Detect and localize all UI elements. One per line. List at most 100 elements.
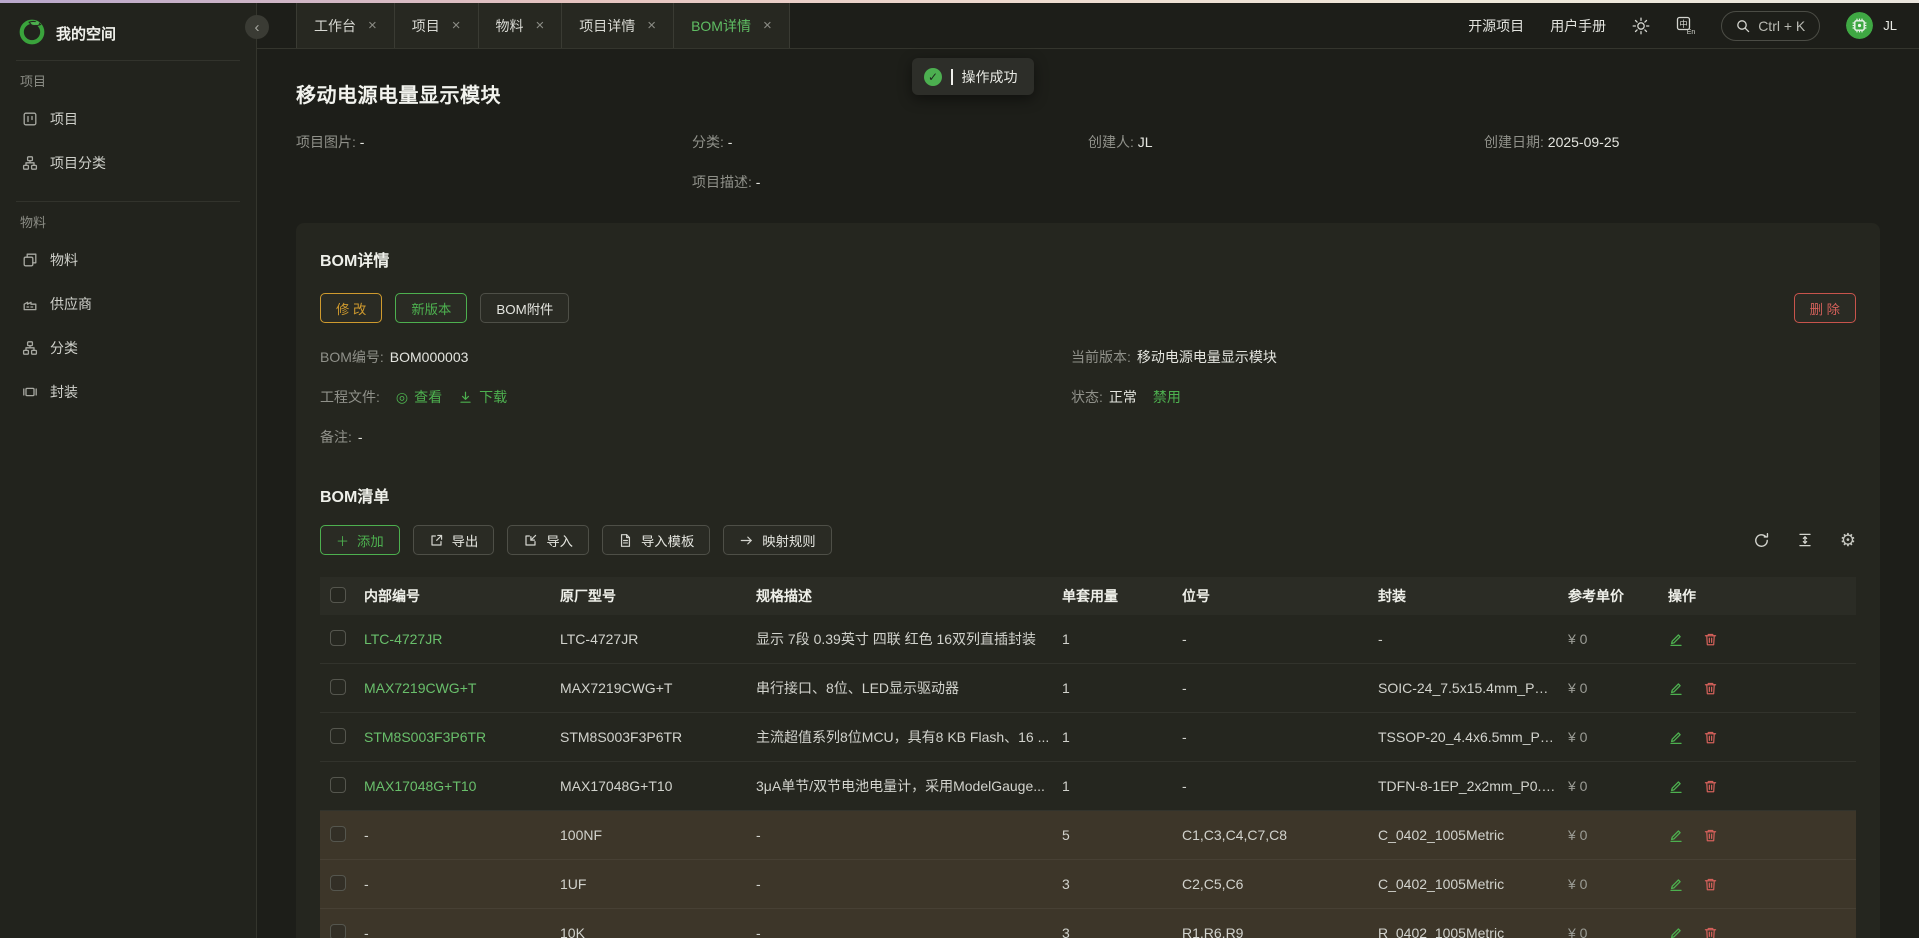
delete-row-button[interactable]: [1703, 730, 1718, 745]
table-row: MAX17048G+T10 MAX17048G+T10 3μA单节/双节电池电量…: [320, 762, 1856, 811]
workspace-switcher[interactable]: 我的空间: [18, 14, 238, 52]
row-checkbox[interactable]: [330, 826, 346, 842]
sidebar-item-label: 物料: [50, 250, 78, 270]
view-file-link[interactable]: ◎ 查看: [396, 387, 442, 407]
description: 主流超值系列8位MCU，具有8 KB Flash、16 ...: [756, 727, 1062, 747]
internal-number-link[interactable]: MAX17048G+T10: [364, 778, 476, 794]
description: -: [756, 925, 1062, 938]
page-title: 移动电源电量显示模块: [296, 79, 1880, 108]
row-checkbox[interactable]: [330, 679, 346, 695]
tab-label: 工作台: [314, 16, 356, 36]
sidebar-item-footprint[interactable]: 封装: [18, 370, 238, 414]
price: ¥ 0: [1568, 925, 1668, 938]
edit-row-button[interactable]: [1668, 827, 1684, 843]
description: 3μA单节/双节电池电量计，采用ModelGauge...: [756, 776, 1062, 796]
row-checkbox[interactable]: [330, 777, 346, 793]
pencil-icon: [1668, 631, 1684, 647]
select-all-checkbox[interactable]: [330, 587, 346, 603]
pencil-icon: [1668, 827, 1684, 843]
avatar[interactable]: [1846, 12, 1873, 39]
import-button[interactable]: 导入: [507, 525, 589, 555]
new-version-button[interactable]: 新版本: [395, 293, 467, 323]
sidebar-collapse-button[interactable]: ‹: [245, 15, 269, 39]
edit-bom-button[interactable]: 修 改: [320, 293, 382, 323]
refresh-button[interactable]: [1753, 532, 1770, 549]
tab-project[interactable]: 项目 ×: [395, 3, 479, 48]
delete-row-button[interactable]: [1703, 632, 1718, 647]
edit-row-button[interactable]: [1668, 778, 1684, 794]
window-top-edge: [0, 0, 1919, 3]
close-icon[interactable]: ×: [763, 17, 772, 34]
row-checkbox[interactable]: [330, 630, 346, 646]
bom-attachment-button[interactable]: BOM附件: [480, 293, 569, 323]
edit-row-button[interactable]: [1668, 680, 1684, 696]
delete-row-button[interactable]: [1703, 877, 1718, 892]
close-icon[interactable]: ×: [452, 17, 461, 34]
import-icon: [523, 533, 538, 548]
tab-project-detail[interactable]: 项目详情 ×: [562, 3, 674, 48]
designators: -: [1182, 778, 1378, 794]
qty: 3: [1062, 876, 1182, 892]
mfr-number: LTC-4727JR: [560, 631, 756, 647]
qty: 1: [1062, 631, 1182, 647]
import-template-button[interactable]: 导入模板: [602, 525, 710, 555]
language-switch-button[interactable]: 中 En: [1676, 16, 1695, 35]
topbar: 工作台 × 项目 × 物料 × 项目详情 × BOM详情 ×: [257, 0, 1919, 49]
internal-number-link[interactable]: LTC-4727JR: [364, 631, 442, 647]
edit-row-button[interactable]: [1668, 631, 1684, 647]
sidebar-item-category[interactable]: 分类: [18, 326, 238, 370]
download-file-link[interactable]: 下载: [458, 387, 507, 407]
user-manual-link[interactable]: 用户手册: [1550, 16, 1606, 36]
footprint: SOIC-24_7.5x15.4mm_P1.2...: [1378, 680, 1568, 696]
sidebar-item-supplier[interactable]: 供应商: [18, 282, 238, 326]
project-meta-row2: 项目描述: -: [296, 172, 1880, 192]
bom-detail-title: BOM详情: [320, 247, 1856, 271]
row-checkbox[interactable]: [330, 875, 346, 891]
theme-toggle-button[interactable]: [1632, 17, 1650, 35]
global-search[interactable]: Ctrl + K: [1721, 11, 1820, 41]
close-icon[interactable]: ×: [536, 17, 545, 34]
internal-number: -: [364, 876, 560, 892]
sidebar-item-project[interactable]: 项目: [18, 97, 238, 141]
add-item-button[interactable]: ＋ 添加: [320, 525, 400, 555]
text-caret: [951, 69, 953, 85]
open-source-link[interactable]: 开源项目: [1468, 16, 1524, 36]
tab-material[interactable]: 物料 ×: [479, 3, 563, 48]
delete-row-button[interactable]: [1703, 828, 1718, 843]
export-button[interactable]: 导出: [413, 525, 495, 555]
col-mfr-number: 原厂型号: [560, 586, 756, 606]
disable-link[interactable]: 禁用: [1153, 387, 1181, 407]
internal-number-link[interactable]: MAX7219CWG+T: [364, 680, 476, 696]
mfr-number: MAX17048G+T10: [560, 778, 756, 794]
edit-row-button[interactable]: [1668, 729, 1684, 745]
hierarchy-icon: [22, 340, 38, 356]
search-shortcut: Ctrl + K: [1758, 18, 1805, 34]
delete-row-button[interactable]: [1703, 779, 1718, 794]
row-checkbox[interactable]: [330, 924, 346, 938]
internal-number-link[interactable]: STM8S003F3P6TR: [364, 729, 486, 745]
sidebar-item-material[interactable]: 物料: [18, 238, 238, 282]
mapping-rules-button[interactable]: 映射规则: [723, 525, 831, 555]
sidebar-item-project-category[interactable]: 项目分类: [18, 141, 238, 185]
edit-row-button[interactable]: [1668, 876, 1684, 892]
row-height-button[interactable]: [1797, 532, 1813, 548]
edit-row-button[interactable]: [1668, 925, 1684, 938]
close-icon[interactable]: ×: [647, 17, 656, 34]
divider: [16, 60, 240, 61]
close-icon[interactable]: ×: [368, 17, 377, 34]
bom-detail-actions: 修 改 新版本 BOM附件 删 除: [320, 293, 1856, 323]
price: ¥ 0: [1568, 729, 1668, 745]
tab-bom-detail[interactable]: BOM详情 ×: [674, 3, 790, 48]
delete-row-button[interactable]: [1703, 926, 1718, 938]
delete-row-button[interactable]: [1703, 681, 1718, 696]
project-image-value: -: [360, 134, 365, 150]
tab-bar: 工作台 × 项目 × 物料 × 项目详情 × BOM详情 ×: [296, 3, 790, 48]
sun-icon: [1632, 17, 1650, 35]
success-check-icon: ✓: [924, 68, 942, 86]
row-checkbox[interactable]: [330, 728, 346, 744]
table-settings-button[interactable]: ⚙: [1840, 531, 1856, 549]
qty: 1: [1062, 729, 1182, 745]
delete-bom-button[interactable]: 删 除: [1794, 293, 1856, 323]
tab-workbench[interactable]: 工作台 ×: [296, 3, 395, 48]
table-tools: ⚙: [1753, 531, 1856, 549]
